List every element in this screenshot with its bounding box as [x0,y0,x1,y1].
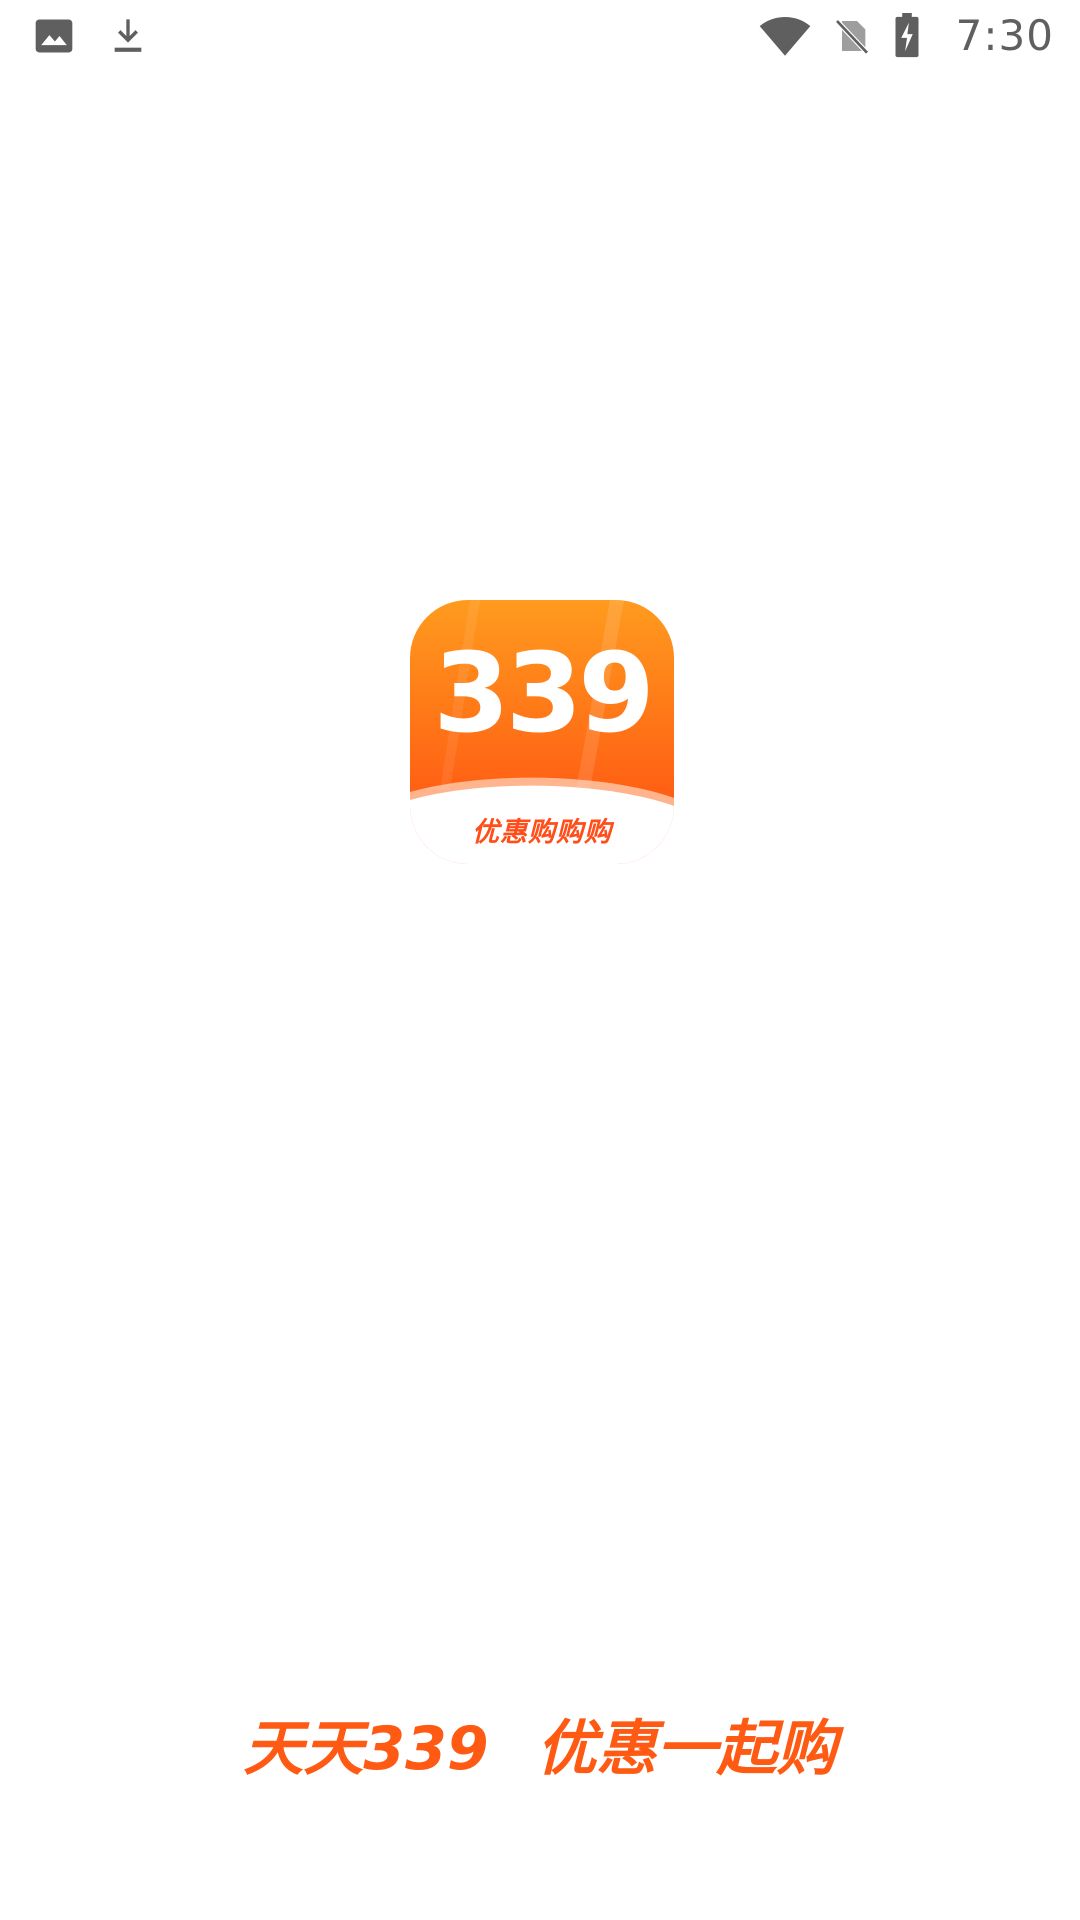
slogan-part-2: 优惠一起购 [536,1714,837,1784]
status-bar-system: 7:30 [758,8,1054,64]
logo-subtitle: 优惠购购购 [472,817,612,848]
app-logo: 339 优惠购购购 [410,600,674,864]
no-sim-icon [834,19,869,55]
wifi-icon [759,17,810,56]
slogan: 天天339 优惠一起购 [0,1700,1080,1787]
status-time: 7:30 [955,11,1054,60]
status-bar-notifications [32,14,148,58]
logo-number: 339 [433,629,655,757]
download-icon [114,19,142,52]
battery-charging-icon [895,13,919,58]
status-bar: 7:30 [0,0,1080,72]
slogan-part-1: 天天339 [243,1714,489,1784]
image-icon [35,19,73,53]
